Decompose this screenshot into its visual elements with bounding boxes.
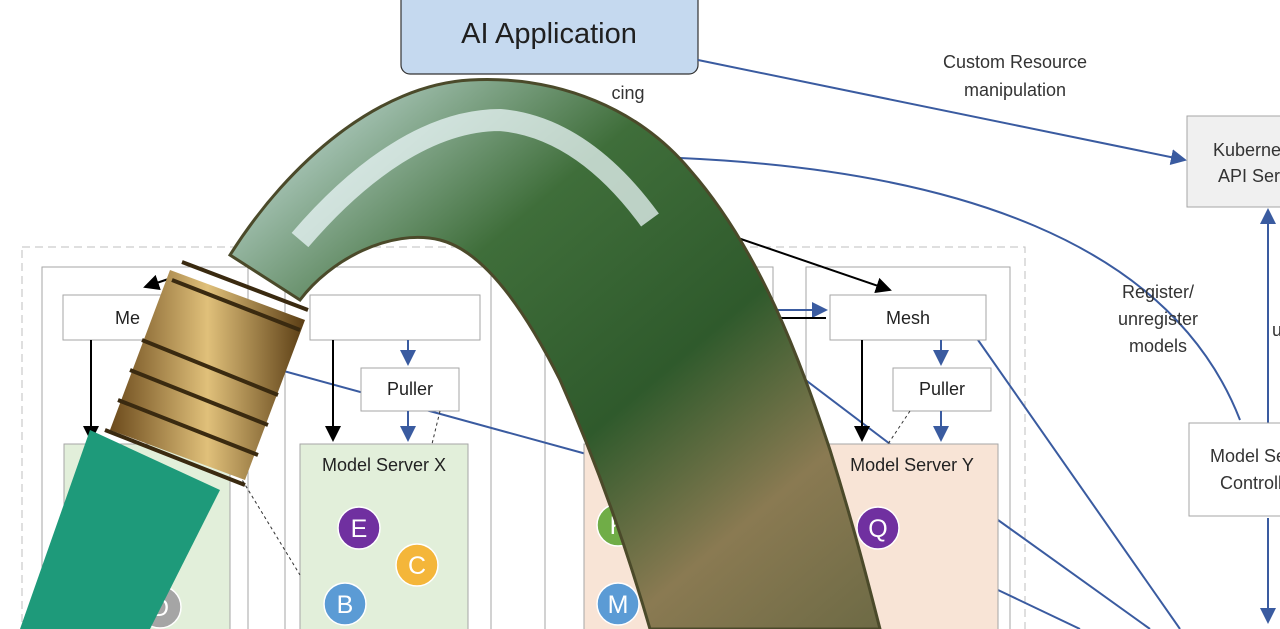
diagram-canvas: AI Application cing Custom Resource mani… bbox=[0, 0, 1280, 629]
model-circle-label: Q bbox=[868, 515, 887, 543]
mesh-label: Mesh bbox=[886, 308, 930, 328]
model-circle-label: C bbox=[408, 552, 426, 580]
model-circle-c: C bbox=[395, 543, 439, 587]
custom-resource-label-2: manipulation bbox=[964, 80, 1066, 100]
model-serving-controller-box: Model Serving Controller bbox=[1188, 422, 1280, 517]
puller-box-x: Puller bbox=[360, 367, 460, 412]
kube-api-label: Kubernetes bbox=[1213, 140, 1280, 160]
puller-label: Puller bbox=[387, 379, 433, 399]
model-circle-label: E bbox=[351, 515, 368, 543]
update-label: u bbox=[1272, 320, 1280, 340]
model-circle-m: M bbox=[596, 582, 640, 626]
kube-api-label-2: API Server bbox=[1218, 166, 1280, 186]
puller-label: Puller bbox=[919, 379, 965, 399]
kubernetes-api-server-box: Kubernetes API Server bbox=[1186, 115, 1280, 208]
mesh-box-y: Mesh bbox=[829, 294, 987, 341]
model-server-x-label: Model Server X bbox=[322, 455, 446, 475]
controller-label-2: Controller bbox=[1220, 473, 1280, 493]
register-label: Register/ bbox=[1122, 282, 1194, 302]
mesh-label: Me bbox=[115, 308, 140, 328]
register-label-3: models bbox=[1129, 336, 1187, 356]
model-circle-e: E bbox=[337, 506, 381, 550]
controller-label: Model Serving bbox=[1210, 446, 1280, 466]
model-circle-label: B bbox=[337, 591, 354, 619]
inferencing-label: cing bbox=[611, 83, 644, 103]
register-label-2: unregister bbox=[1118, 309, 1198, 329]
model-server-y-label: Model Server Y bbox=[850, 455, 974, 475]
custom-resource-arrow bbox=[697, 59, 1187, 166]
ai-application-box: AI Application bbox=[400, 0, 699, 75]
model-circle-label: M bbox=[608, 591, 629, 619]
architecture-diagram: AI Application cing Custom Resource mani… bbox=[20, 0, 1280, 629]
model-circle-b: B bbox=[323, 582, 367, 626]
mesh-box bbox=[309, 294, 481, 341]
ai-application-label: AI Application bbox=[461, 18, 637, 50]
custom-resource-label: Custom Resource bbox=[943, 52, 1087, 72]
puller-box-y: Puller bbox=[892, 367, 992, 412]
model-circle-q: Q bbox=[856, 506, 900, 550]
